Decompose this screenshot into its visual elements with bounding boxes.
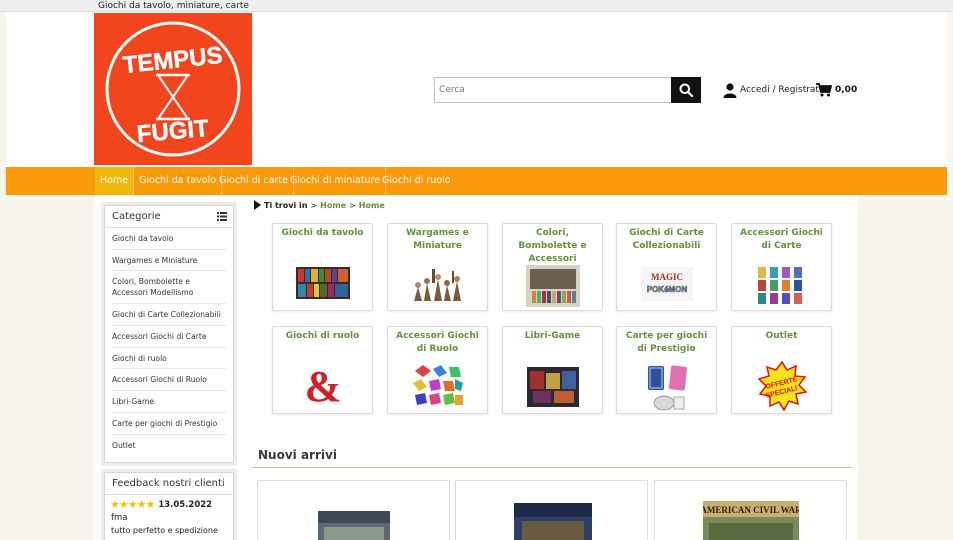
- card-sleeves-image: [755, 265, 808, 307]
- category-title: Carte per giochi di Prestigio: [625, 331, 708, 354]
- nav-item-giochi-di-ruolo[interactable]: Giochi di ruolo: [377, 167, 456, 195]
- account-label: Accedi / Registrati: [740, 85, 822, 95]
- dice-image: [410, 363, 465, 409]
- category-sidebar: Categorie Giochi da tavolo Wargames e Mi…: [104, 205, 234, 463]
- breadcrumb-home-1[interactable]: Home: [320, 201, 346, 210]
- category-card-colori[interactable]: Colori, Bombolette e Accessori: [502, 223, 603, 311]
- list-icon: [217, 212, 227, 221]
- user-icon: [723, 82, 737, 98]
- category-card-wargames[interactable]: Wargames e Miniature: [387, 223, 488, 311]
- board-games-shelf-image: [295, 267, 350, 299]
- nav-item-giochi-di-carte[interactable]: Giochi di carte: [214, 167, 294, 195]
- cart-total: 0,00: [835, 85, 858, 95]
- magic-cards-image: [643, 363, 690, 413]
- product-card[interactable]: [455, 480, 648, 540]
- category-card-carte-collezionabili[interactable]: Giochi di Carte Collezionabili MAGIC POK…: [616, 223, 717, 311]
- site-tagline: Giochi da tavolo, miniature, carte: [98, 1, 249, 11]
- new-arrivals-title: Nuovi arrivi: [258, 448, 337, 462]
- sidebar-item-outlet[interactable]: Outlet: [112, 435, 226, 457]
- category-card-accessori-ruolo[interactable]: Accessori Giochi di Ruolo: [387, 326, 488, 414]
- top-strip: Giochi da tavolo, miniature, carte: [0, 0, 953, 12]
- category-card-accessori-carte[interactable]: Accessori Giochi di Carte: [731, 223, 832, 311]
- feedback-box: Feedback nostri clienti ★★★★★ 13.05.2022…: [104, 472, 234, 540]
- category-title: Giochi da tavolo: [281, 228, 364, 238]
- sidebar-item-accessori-carte[interactable]: Accessori Giochi di Carte: [112, 326, 226, 348]
- search-icon: [679, 83, 693, 97]
- paint-set-image: [525, 265, 580, 307]
- cart-icon: [816, 83, 832, 97]
- sidebar-item-prestigio[interactable]: Carte per giochi di Prestigio: [112, 413, 226, 435]
- product-image: [318, 511, 390, 540]
- breadcrumb-separator: >: [310, 200, 318, 210]
- miniatures-image: [411, 265, 464, 303]
- card-logos-image: MAGIC POKéMON: [640, 267, 693, 301]
- logo-text-bottom: FUGIT: [136, 115, 210, 148]
- magic-logo-text: MAGIC: [651, 272, 683, 282]
- search-input[interactable]: [434, 77, 672, 103]
- account-link[interactable]: Accedi / Registrati: [723, 81, 821, 99]
- breadcrumb: Ti trovi in > Home > Home: [254, 199, 385, 211]
- breadcrumb-home-2[interactable]: Home: [359, 201, 385, 210]
- feedback-date: 13.05.2022: [158, 499, 213, 510]
- category-card-libri-game[interactable]: Libri-Game: [502, 326, 603, 414]
- category-title: Outlet: [765, 331, 798, 341]
- sidebar-item-colori[interactable]: Colori, Bombolette e Accessori Modellism…: [112, 271, 226, 305]
- category-title: Giochi di ruolo: [285, 331, 360, 341]
- category-title: Giochi di Carte Collezionabili: [629, 228, 704, 251]
- product-card[interactable]: [257, 480, 450, 540]
- sidebar-title: Categorie: [112, 211, 161, 222]
- nav-item-home[interactable]: Home: [95, 167, 135, 195]
- sidebar-header: Categorie: [105, 206, 233, 228]
- books-image: [526, 367, 579, 407]
- pokemon-logo-text: POKéMON: [646, 285, 687, 294]
- feedback-text: tutto perfetto e spedizione: [111, 526, 218, 535]
- feedback-rating: ★★★★★ 13.05.2022: [105, 495, 233, 511]
- sidebar-item-giochi-da-tavolo[interactable]: Giochi da tavolo: [112, 228, 226, 250]
- category-title: Wargames e Miniature: [406, 228, 469, 251]
- nav-item-giochi-da-tavolo[interactable]: Giochi da tavolo: [134, 167, 223, 195]
- arrow-right-icon: [254, 200, 261, 210]
- header: TEMPUS FUGIT Accedi / Registrati 0,00: [6, 12, 947, 167]
- sidebar-item-wargames[interactable]: Wargames e Miniature: [112, 250, 226, 272]
- category-title: Accessori Giochi di Ruolo: [396, 331, 479, 354]
- category-card-outlet[interactable]: Outlet OFFERTE SPECIALI: [731, 326, 832, 414]
- breadcrumb-prefix: Ti trovi in: [264, 200, 308, 210]
- star-rating-icon: ★★★★★: [110, 498, 155, 511]
- category-title: Libri-Game: [524, 331, 581, 341]
- main-nav: Home Giochi da tavolo Giochi di carte Gi…: [6, 167, 947, 195]
- product-box-title: AMERICAN CIVIL WAR: [703, 505, 799, 515]
- category-title: Colori, Bombolette e Accessori: [518, 228, 587, 264]
- search-button[interactable]: [671, 77, 701, 103]
- nav-item-giochi-di-miniature[interactable]: Giochi di miniature: [285, 167, 387, 195]
- category-card-giochi-da-tavolo[interactable]: Giochi da tavolo: [272, 223, 373, 311]
- category-card-giochi-di-ruolo[interactable]: Giochi di ruolo &: [272, 326, 373, 414]
- sidebar-item-accessori-ruolo[interactable]: Accessori Giochi di Ruolo: [112, 369, 226, 392]
- svg-text:&: &: [304, 365, 341, 407]
- logo-text-top: TEMPUS: [122, 42, 224, 79]
- sidebar-item-giochi-di-ruolo[interactable]: Giochi di ruolo: [112, 348, 226, 370]
- sidebar-item-libri-game[interactable]: Libri-Game: [112, 391, 226, 413]
- product-image: AMERICAN CIVIL WAR: [703, 501, 799, 540]
- sidebar-item-carte-collezionabili[interactable]: Giochi di Carte Collezionabili: [112, 304, 226, 327]
- section-divider: [252, 467, 852, 468]
- offer-badge-image: OFFERTE SPECIALI: [757, 361, 807, 412]
- category-card-prestigio[interactable]: Carte per giochi di Prestigio: [616, 326, 717, 414]
- site-logo[interactable]: TEMPUS FUGIT: [94, 13, 252, 165]
- feedback-title: Feedback nostri clienti: [105, 473, 233, 495]
- product-image: [514, 503, 592, 540]
- ampersand-logo-image: &: [304, 365, 341, 407]
- breadcrumb-separator: >: [349, 200, 356, 210]
- category-title: Accessori Giochi di Carte: [740, 228, 823, 251]
- product-card[interactable]: AMERICAN CIVIL WAR: [654, 480, 847, 540]
- cart-link[interactable]: 0,00: [816, 81, 857, 99]
- feedback-user: fma: [111, 513, 128, 523]
